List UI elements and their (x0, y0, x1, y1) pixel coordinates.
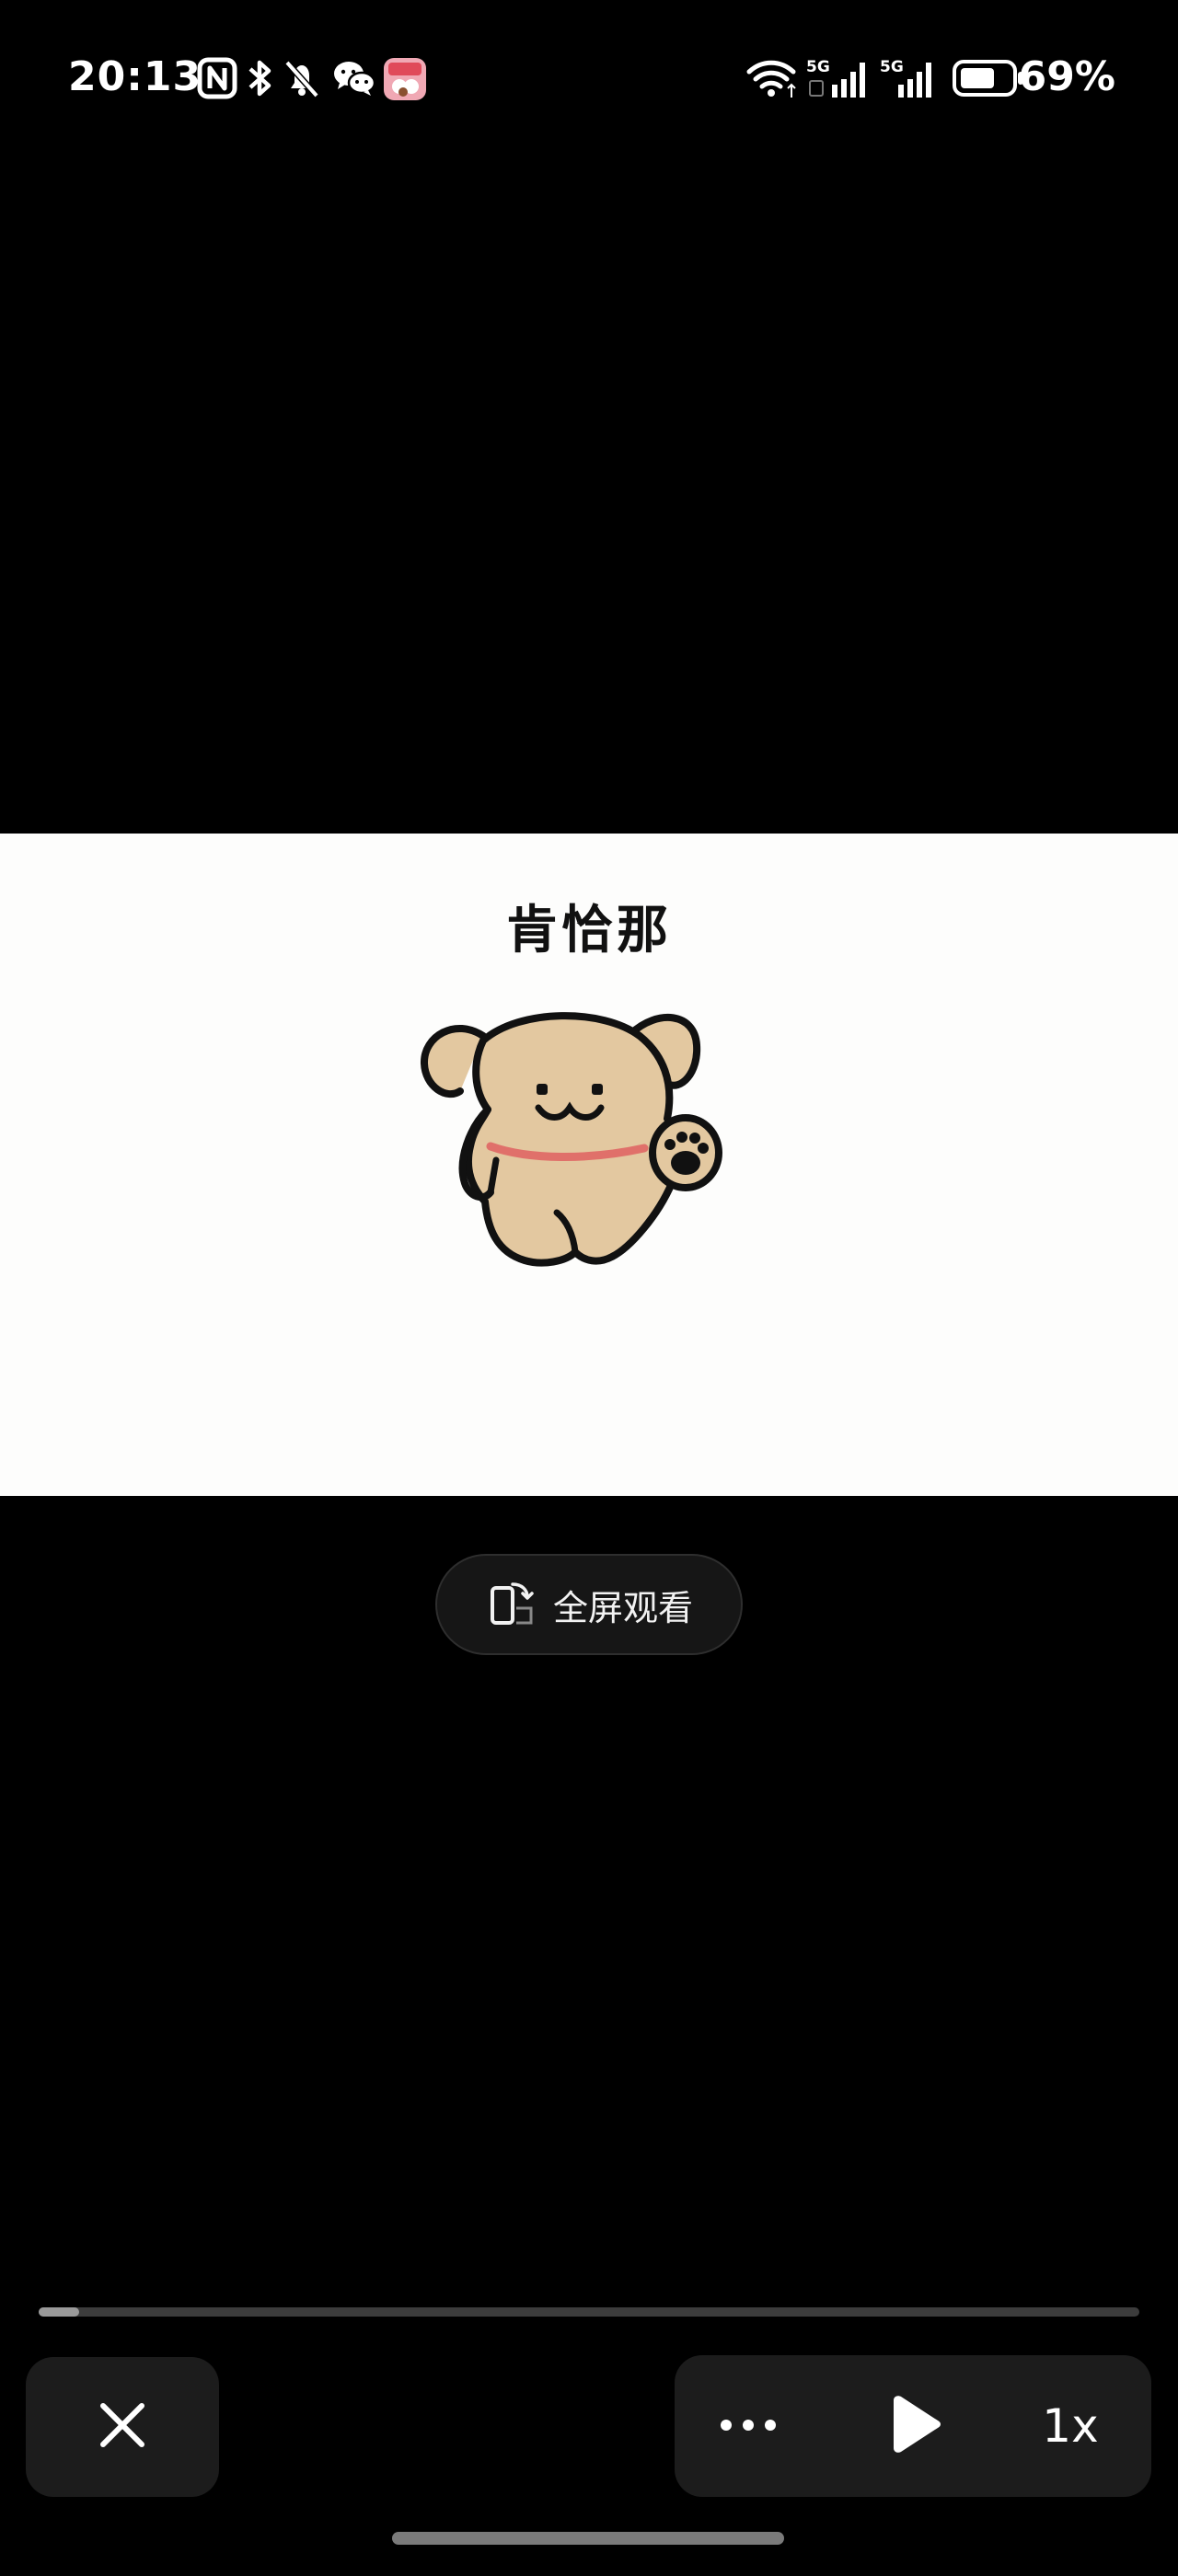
close-button[interactable] (26, 2357, 219, 2497)
signal-5g-icon: 5G (880, 57, 944, 99)
video-title: 肯恰那 (506, 901, 672, 960)
more-dots-icon (720, 2418, 777, 2435)
signal-5g-icon: 5G (806, 57, 871, 99)
mute-bell-icon (282, 57, 322, 99)
playback-controls: 1x (675, 2355, 1151, 2497)
waving-dog-icon (419, 999, 750, 1275)
status-bar: 20:13 5G 5G 69% (0, 0, 1178, 156)
play-icon (888, 2395, 943, 2457)
wifi-icon (745, 57, 797, 99)
playback-speed-button[interactable]: 1x (1024, 2355, 1116, 2497)
app-notification-icon (383, 57, 427, 100)
video-frame[interactable]: 肯恰那 (0, 834, 1178, 1496)
rotate-phone-icon (485, 1577, 537, 1632)
bluetooth-icon (245, 57, 274, 99)
more-button[interactable] (711, 2355, 785, 2497)
wechat-icon (331, 57, 377, 99)
svg-text:5G: 5G (880, 58, 904, 76)
fullscreen-label: 全屏观看 (552, 1587, 693, 1628)
close-icon (98, 2400, 147, 2454)
play-button[interactable] (874, 2355, 957, 2497)
home-indicator[interactable] (392, 2532, 784, 2545)
progress-bar[interactable] (39, 2307, 1139, 2317)
status-time: 20:13 (68, 53, 202, 100)
battery-icon (952, 57, 1029, 99)
svg-text:5G: 5G (806, 58, 830, 76)
fullscreen-button[interactable]: 全屏观看 (435, 1554, 743, 1655)
progress-fill (39, 2307, 80, 2317)
battery-percent: 69% (1018, 53, 1115, 100)
nfc-icon (197, 57, 237, 99)
